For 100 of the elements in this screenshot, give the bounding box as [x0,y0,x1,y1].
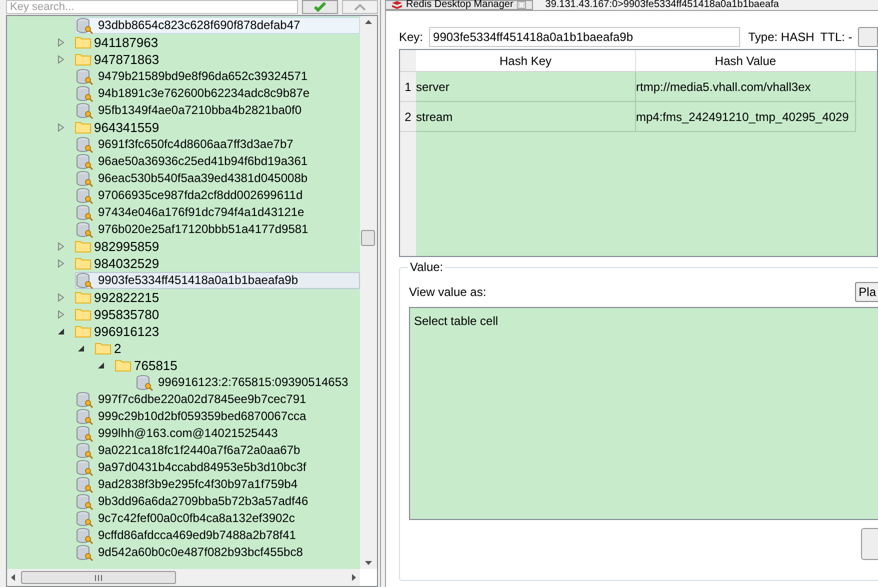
column-header[interactable]: Hash Value [636,50,856,71]
key-tree-item[interactable]: 9ad2838f3b9e295fc4f30b97a1f759b4 [75,476,360,493]
key-tree-item[interactable]: 93dbb8654c823c628f690f878defab47 [75,17,360,34]
key-tree-item[interactable]: 9a0221ca18fc1f2440a7f6a72a0aa67b [75,442,360,459]
scroll-up-icon [365,20,372,24]
database-key-icon [76,494,94,510]
folder-icon [75,308,91,321]
connection-path: 39.131.43.167:0>9903fe5334ff451418a0a1b1baeafa [545,0,779,10]
key-tree-item[interactable]: 94b1891c3e762600b62234adc8c9b87e [75,85,360,102]
value-text-area[interactable]: Select table cell [409,307,878,520]
collapsed-arrow-icon[interactable] [57,55,65,64]
expanded-arrow-icon[interactable] [77,344,85,353]
database-key-icon [76,528,94,544]
grip-icon [95,574,102,580]
folder-label[interactable]: 947871863 [94,51,160,68]
folder-label[interactable]: 996916123 [94,323,160,340]
table-cell[interactable]: rtmp://media5.vhall.com/vhall3ex [636,72,856,102]
key-tree-item[interactable]: 9b3dd96a6da2709bba5b72b3a57adf46 [75,493,360,510]
key-tree-item[interactable]: 97434e046a176f91dc794f4a1d43121e [75,204,360,221]
vertical-scrollbar[interactable] [360,16,377,569]
collapsed-arrow-icon[interactable] [57,242,65,251]
folder-label[interactable]: 995835780 [94,306,160,323]
key-field[interactable]: 9903fe5334ff451418a0a1b1baeafa9b [429,27,740,47]
folder-icon [95,342,111,355]
scroll-left-icon [11,574,15,581]
scroll-right-icon [352,574,356,581]
database-key-icon [76,136,94,152]
table-cell[interactable]: server [416,72,636,102]
collapsed-arrow-icon[interactable] [57,259,65,268]
view-mode-button[interactable]: Pla [854,282,878,302]
redis-logo-icon [392,1,402,9]
key-tree-item[interactable]: 9cffd86afdcca469ed9b7488a2b78f41 [75,527,360,544]
folder-icon [75,291,91,304]
database-key-icon [76,510,94,526]
scrollbar-thumb[interactable] [21,571,176,584]
folder-icon [75,36,91,49]
key-tree-item[interactable]: 95fb1349f4ae0a7210bba4b2821ba0f0 [75,102,360,119]
database-key-icon [136,374,154,390]
folder-icon [75,325,91,338]
table-cell[interactable]: stream [416,102,636,132]
key-tree-item[interactable]: 96eac530b540f5aa39ed4381d045008b [75,170,360,187]
scroll-down-icon [365,561,372,565]
key-tree-item[interactable]: 97066935ce987fda2cf8dd002699611d [75,187,360,204]
checkmark-icon [313,2,327,12]
folder-label[interactable]: 984032529 [94,255,160,272]
table-cell[interactable]: mp4:fms_242491210_tmp_40295_4029 [636,102,856,132]
horizontal-scrollbar[interactable] [7,569,360,586]
database-key-icon [76,222,94,238]
view-value-label: View value as: [409,284,486,301]
key-tree-item[interactable]: 9903fe5334ff451418a0a1b1baeafa9b [75,272,360,289]
key-tree-item[interactable]: 976b020e25af17120bbb51a4177d9581 [75,221,360,238]
database-key-icon [76,272,94,288]
key-tree-item[interactable]: 999c29b10d2bf059359bed6870067cca [75,408,360,425]
app-tab[interactable]: Redis Desktop Manager [385,0,534,10]
key-tree-item[interactable]: 96ae50a36936c25ed41b94f6bd19a361 [75,153,360,170]
database-key-icon [76,442,94,458]
folder-icon [115,359,131,372]
scrollbar-thumb[interactable] [361,230,375,246]
folder-icon [75,240,91,253]
database-key-icon [76,86,94,102]
folder-label[interactable]: 941187963 [94,34,158,51]
search-button[interactable] [302,0,338,14]
key-search-field[interactable]: Key search... [6,0,298,14]
database-key-icon [76,18,94,34]
column-header[interactable]: Hash Key [416,50,636,71]
chevron-up-icon [354,3,366,11]
key-tree-item[interactable]: 9479b21589bd9e8f96da652c39324571 [75,68,360,85]
key-tree-item[interactable]: 996916123:2:765815:09390514653 [135,374,360,391]
database-key-icon [76,68,94,84]
folder-label[interactable]: 2 [114,340,122,357]
key-tree-item[interactable]: 997f7c6dbe220a02d7845ee9b7cec791 [75,391,360,408]
database-key-icon [76,102,94,118]
folder-icon [75,121,91,134]
folder-label[interactable]: 765815 [134,357,178,374]
expanded-arrow-icon[interactable] [97,361,105,370]
tab-label: Redis Desktop Manager [406,0,514,10]
database-key-icon [76,154,94,170]
collapsed-arrow-icon[interactable] [57,123,65,132]
key-tree-item[interactable]: 999lhh@163.com@14021525443 [75,425,360,442]
collapsed-arrow-icon[interactable] [57,293,65,302]
folder-label[interactable]: 964341559 [94,119,160,136]
key-tree-item[interactable]: 9c7c42fef00a0c0fb4ca8a132ef3902c [75,510,360,527]
collapsed-arrow-icon[interactable] [57,38,65,47]
key-label: Key: [399,29,424,46]
collapsed-arrow-icon[interactable] [57,310,65,319]
database-key-icon [76,204,94,220]
key-tree-item[interactable]: 9a97d0431b4ccabd84953e5b3d10bc3f [75,459,360,476]
close-icon[interactable] [517,1,526,9]
database-key-icon [76,476,94,492]
ttl-button[interactable] [858,27,878,47]
database-key-icon [76,188,94,204]
database-key-icon [76,408,94,424]
folder-label[interactable]: 992822215 [94,289,160,306]
key-tree-item[interactable]: 9d542a60b0c0e487f082b93bcf455bc8 [75,544,360,561]
collapse-button[interactable] [342,0,378,14]
expanded-arrow-icon[interactable] [57,327,65,336]
save-button[interactable] [861,528,878,560]
key-tree-item[interactable]: 9691f3fc650fc4d8606aa7ff3d3ae7b7 [75,136,360,153]
folder-label[interactable]: 982995859 [94,238,160,255]
database-key-icon [76,460,94,476]
